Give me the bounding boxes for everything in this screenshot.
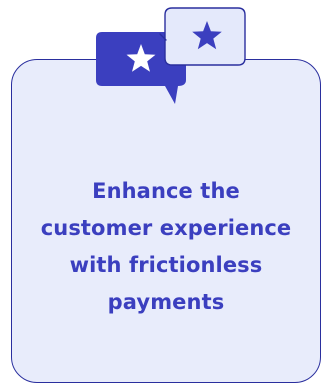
- message-line-3: with frictionless: [69, 253, 263, 277]
- card-message: Enhance the customer experience with fri…: [21, 173, 311, 321]
- message-line-4: payments: [107, 290, 225, 314]
- review-bubbles-illustration: [96, 7, 246, 104]
- outline-chat-bubble-star-icon: [159, 7, 246, 66]
- message-line-1: Enhance the: [92, 179, 240, 203]
- message-line-2: customer experience: [40, 216, 292, 240]
